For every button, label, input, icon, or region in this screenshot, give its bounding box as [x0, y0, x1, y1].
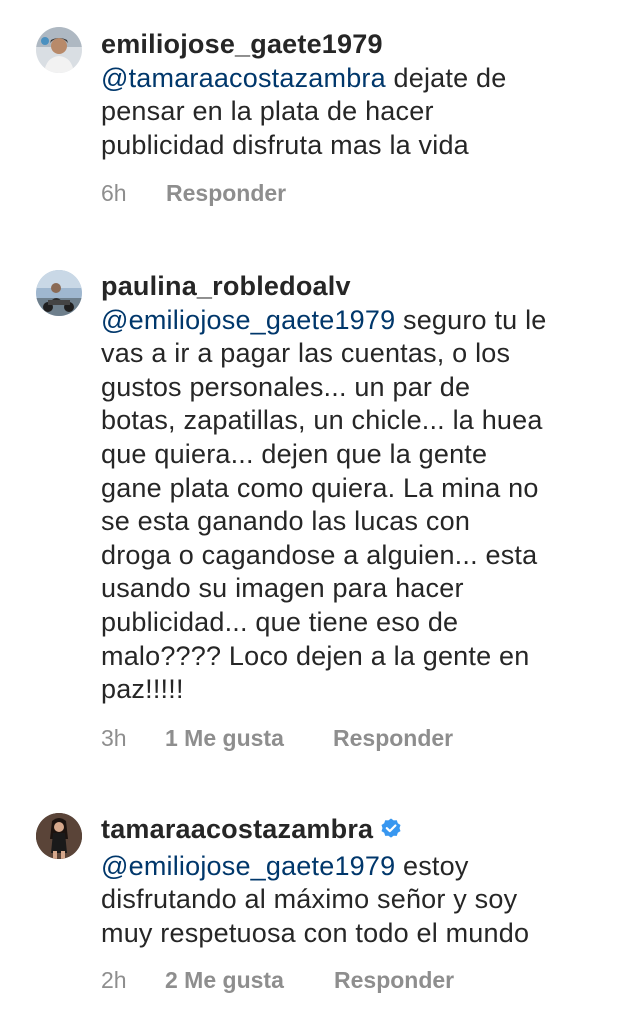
comment-text: seguro tu le — [395, 304, 547, 335]
reply-button[interactable]: Responder — [166, 180, 286, 207]
comment-timestamp: 2h — [101, 967, 127, 993]
avatar[interactable] — [36, 813, 82, 859]
comment-text: se esta ganando las lucas con — [101, 506, 471, 537]
comment-text: gane plata como quiera. La mina no — [101, 472, 539, 503]
comment-text: estoy — [395, 850, 469, 881]
likes-count[interactable]: 2 Me gusta — [165, 967, 284, 994]
comment-text: vas a ir a pagar las cuentas, o los — [101, 338, 511, 369]
comment-username[interactable]: emiliojose_gaete1979 — [101, 29, 383, 59]
reply-button[interactable]: Responder — [334, 967, 454, 994]
comment-username[interactable]: paulina_robledoalv — [101, 271, 351, 301]
comment-text: publicidad disfruta mas la vida — [101, 129, 469, 160]
comment-text: dejate de — [385, 62, 507, 93]
reply-button[interactable]: Responder — [333, 725, 453, 752]
comment-mention[interactable]: @emiliojose_gaete1979 — [101, 851, 395, 881]
comment-text: pensar en la plata de hacer — [101, 96, 434, 127]
comment-text: muy respetuosa con todo el mundo — [101, 917, 530, 948]
comment-timestamp: 3h — [101, 725, 127, 751]
comment-username[interactable]: tamaraacostazambra — [101, 814, 373, 844]
comment-mention[interactable]: @tamaraacostazambra — [101, 63, 386, 93]
comment-body: tamaraacostazambra @emiliojose_gaete1979… — [101, 813, 601, 950]
comment-text: botas, zapatillas, un chicle... la huea — [101, 405, 543, 436]
avatar[interactable] — [36, 270, 82, 316]
comment-text: paz!!!!! — [101, 674, 184, 705]
comment-text: malo???? Loco dejen a la gente en — [101, 640, 530, 671]
likes-count[interactable]: 1 Me gusta — [165, 725, 284, 752]
verified-badge-icon — [379, 816, 403, 850]
avatar[interactable] — [36, 27, 82, 73]
comment-text: disfrutando al máximo señor y soy — [101, 884, 518, 915]
comment-text: que quiera... dejen que la gente — [101, 438, 488, 469]
comment-body: paulina_robledoalv @emiliojose_gaete1979… — [101, 270, 601, 707]
comment-timestamp: 6h — [101, 180, 127, 206]
comment-text: droga o cagandose a alguien... esta — [101, 539, 538, 570]
comment-text: publicidad... que tiene eso de — [101, 606, 459, 637]
comment-mention[interactable]: @emiliojose_gaete1979 — [101, 305, 395, 335]
comment-text: usando su imagen para hacer — [101, 573, 464, 604]
comment-text: gustos personales... un par de — [101, 371, 471, 402]
comment-body: emiliojose_gaete1979 @tamaraacostazambra… — [101, 28, 601, 162]
